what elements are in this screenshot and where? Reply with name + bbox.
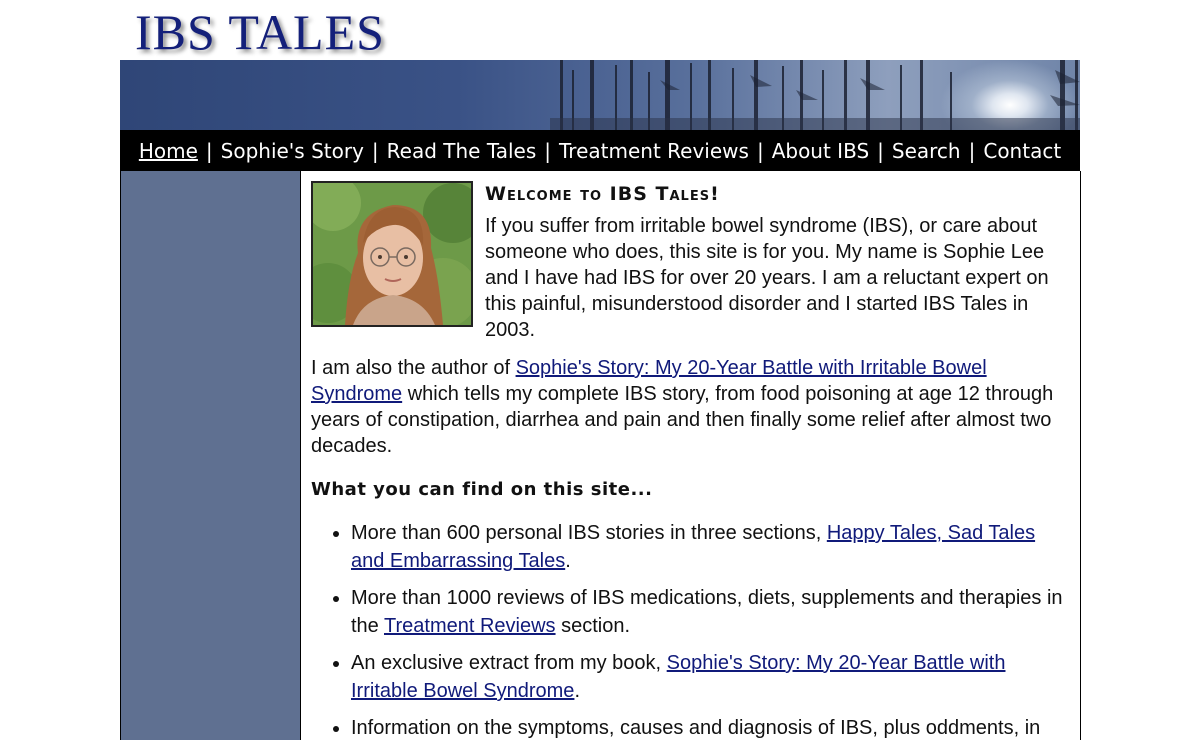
- list-item-text: .: [565, 550, 571, 572]
- site-logo[interactable]: IBS TALES: [135, 6, 385, 58]
- author-text-suffix: which tells my complete IBS story, from …: [311, 383, 1054, 457]
- nav-treatment-reviews[interactable]: Treatment Reviews: [559, 139, 749, 163]
- author-portrait-image: [313, 183, 471, 325]
- nav-sophies-story[interactable]: Sophie's Story: [221, 139, 364, 163]
- nav-read-the-tales[interactable]: Read The Tales: [387, 139, 537, 163]
- list-item-text: More than 600 personal IBS stories in th…: [351, 522, 827, 544]
- author-paragraph: I am also the author of Sophie's Story: …: [311, 355, 1066, 459]
- nav-separator: |: [544, 138, 552, 163]
- list-item: Information on the symptoms, causes and …: [351, 714, 1066, 740]
- nav-separator: |: [205, 138, 213, 163]
- list-item-text: section.: [555, 615, 631, 637]
- list-item-text: An exclusive extract from my book,: [351, 652, 667, 674]
- author-text-prefix: I am also the author of: [311, 357, 516, 379]
- nav-separator: |: [371, 138, 379, 163]
- forest-silhouette-image: [550, 60, 1080, 130]
- find-heading: What you can find on this site...: [311, 479, 653, 500]
- author-photo: [311, 181, 473, 327]
- nav-separator: |: [756, 138, 764, 163]
- features-list: More than 600 personal IBS stories in th…: [311, 519, 1066, 740]
- list-item: More than 1000 reviews of IBS medication…: [351, 584, 1066, 640]
- list-item: An exclusive extract from my book, Sophi…: [351, 649, 1066, 705]
- main-nav: Home | Sophie's Story | Read The Tales |…: [120, 130, 1080, 171]
- list-item-text: Information on the symptoms, causes and …: [351, 717, 1041, 739]
- header-banner: [120, 60, 1080, 130]
- nav-separator: |: [877, 138, 884, 163]
- list-item: More than 600 personal IBS stories in th…: [351, 519, 1066, 575]
- left-sidebar: [120, 171, 301, 740]
- nav-about-ibs[interactable]: About IBS: [772, 139, 869, 163]
- treatment-reviews-link[interactable]: Treatment Reviews: [384, 615, 556, 637]
- nav-search[interactable]: Search: [892, 139, 961, 163]
- nav-contact[interactable]: Contact: [983, 139, 1061, 163]
- nav-separator: |: [968, 138, 976, 163]
- nav-home[interactable]: Home: [139, 139, 198, 163]
- list-item-text: .: [574, 680, 580, 702]
- main-content: Welcome to IBS Tales! If you suffer from…: [300, 171, 1081, 740]
